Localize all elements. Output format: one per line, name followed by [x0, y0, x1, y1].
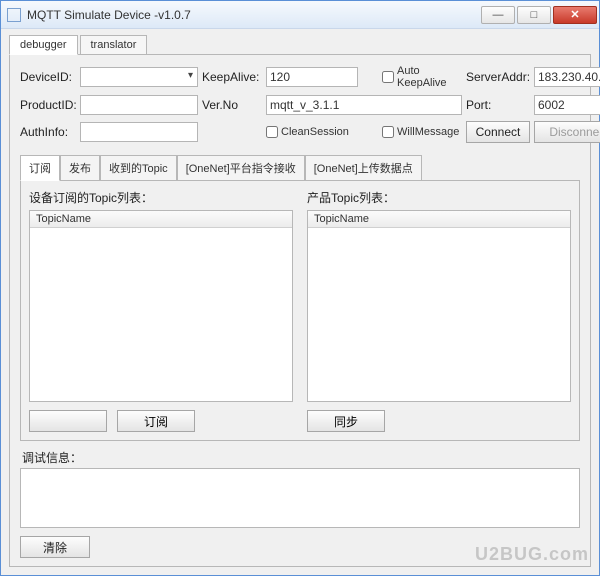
- device-topic-list[interactable]: TopicName: [29, 210, 293, 402]
- connect-button[interactable]: Connect: [466, 121, 530, 143]
- label-serveraddr: ServerAddr:: [466, 70, 530, 84]
- top-tabs: debugger translator: [9, 35, 591, 55]
- label-authinfo: AuthInfo:: [20, 125, 76, 139]
- itab-received[interactable]: 收到的Topic: [100, 155, 177, 181]
- authinfo-input[interactable]: [80, 122, 198, 142]
- willmessage-label: WillMessage: [397, 126, 459, 138]
- app-icon: [7, 8, 21, 22]
- inner-wrap: 订阅 发布 收到的Topic [OneNet]平台指令接收 [OneNet]上传…: [20, 155, 580, 441]
- close-button[interactable]: ✕: [553, 6, 597, 24]
- label-port: Port:: [466, 98, 530, 112]
- itab-subscribe[interactable]: 订阅: [20, 155, 60, 181]
- label-verno: Ver.No: [202, 98, 262, 112]
- maximize-button[interactable]: □: [517, 6, 551, 24]
- cleansession-checkbox[interactable]: CleanSession: [266, 126, 358, 138]
- clear-button[interactable]: 清除: [20, 536, 90, 558]
- label-deviceid: DeviceID:: [20, 70, 76, 84]
- subscribe-button[interactable]: 订阅: [117, 410, 195, 432]
- main-panel: DeviceID: KeepAlive: Auto KeepAlive Serv…: [9, 54, 591, 567]
- itab-onenet-cmd[interactable]: [OneNet]平台指令接收: [177, 155, 305, 181]
- label-productid: ProductID:: [20, 98, 76, 112]
- deviceid-combo[interactable]: [80, 67, 198, 87]
- auto-keepalive-checkbox[interactable]: Auto KeepAlive: [382, 65, 462, 89]
- label-keepalive: KeepAlive:: [202, 70, 262, 84]
- device-topic-colhdr[interactable]: TopicName: [30, 211, 292, 228]
- device-topic-listbox: 设备订阅的Topic列表： TopicName 订阅: [29, 189, 293, 432]
- disconnect-button[interactable]: Disconnect: [534, 121, 600, 143]
- willmessage-checkbox[interactable]: WillMessage: [382, 126, 462, 138]
- debug-label: 调试信息：: [22, 449, 580, 466]
- sync-button[interactable]: 同步: [307, 410, 385, 432]
- app-window: MQTT Simulate Device -v1.0.7 — □ ✕ debug…: [0, 0, 600, 576]
- form-row-1: DeviceID: KeepAlive: Auto KeepAlive Serv…: [20, 65, 580, 89]
- inner-tabs: 订阅 发布 收到的Topic [OneNet]平台指令接收 [OneNet]上传…: [20, 155, 580, 181]
- device-topic-buttons: 订阅: [29, 410, 293, 432]
- verno-input[interactable]: [266, 95, 462, 115]
- keepalive-input[interactable]: [266, 67, 358, 87]
- productid-input[interactable]: [80, 95, 198, 115]
- cleansession-input[interactable]: [266, 126, 278, 138]
- window-title: MQTT Simulate Device -v1.0.7: [27, 8, 479, 22]
- client-area: debugger translator DeviceID: KeepAlive:…: [1, 29, 599, 575]
- auto-keepalive-label: Auto KeepAlive: [397, 65, 462, 89]
- blank-button[interactable]: [29, 410, 107, 432]
- willmessage-input[interactable]: [382, 126, 394, 138]
- product-topic-caption: 产品Topic列表：: [307, 189, 571, 206]
- cleansession-label: CleanSession: [281, 126, 349, 138]
- product-topic-buttons: 同步: [307, 410, 571, 432]
- debug-textarea[interactable]: [20, 468, 580, 528]
- form-row-3: AuthInfo: CleanSession WillMessage Conne…: [20, 121, 580, 143]
- inner-panel: 设备订阅的Topic列表： TopicName 订阅 产品Topic列表：: [20, 180, 580, 441]
- two-lists: 设备订阅的Topic列表： TopicName 订阅 产品Topic列表：: [29, 189, 571, 432]
- serveraddr-input[interactable]: [534, 67, 600, 87]
- product-topic-listbox: 产品Topic列表： TopicName 同步: [307, 189, 571, 432]
- itab-onenet-data[interactable]: [OneNet]上传数据点: [305, 155, 422, 181]
- minimize-button[interactable]: —: [481, 6, 515, 24]
- product-topic-list[interactable]: TopicName: [307, 210, 571, 402]
- port-input[interactable]: [534, 95, 600, 115]
- device-topic-caption: 设备订阅的Topic列表：: [29, 189, 293, 206]
- titlebar: MQTT Simulate Device -v1.0.7 — □ ✕: [1, 1, 599, 29]
- product-topic-colhdr[interactable]: TopicName: [308, 211, 570, 228]
- tab-translator[interactable]: translator: [80, 35, 148, 55]
- auto-keepalive-input[interactable]: [382, 71, 394, 83]
- form-row-2: ProductID: Ver.No Port:: [20, 95, 580, 115]
- tab-debugger[interactable]: debugger: [9, 35, 78, 55]
- itab-publish[interactable]: 发布: [60, 155, 100, 181]
